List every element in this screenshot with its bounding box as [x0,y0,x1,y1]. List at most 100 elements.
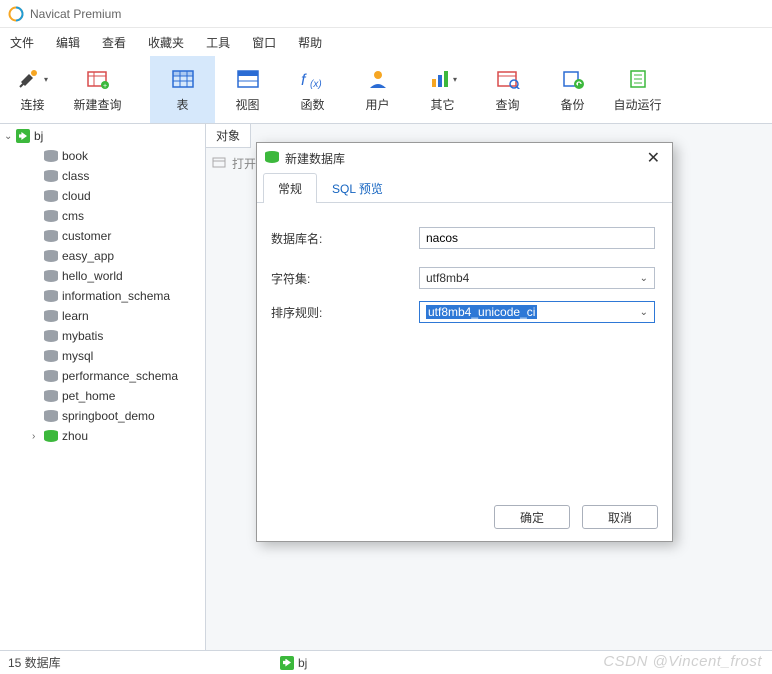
status-left: 15 数据库 [8,654,61,671]
menu-help[interactable]: 帮助 [298,34,322,51]
tool-query[interactable]: 查询 [475,56,540,123]
database-icon [44,370,58,382]
tab-general[interactable]: 常规 [263,173,317,203]
database-icon [44,190,58,202]
tree-db-zhou[interactable]: › zhou [0,426,205,446]
tree-db-mysql[interactable]: mysql [0,346,205,366]
backup-icon [561,66,585,92]
tree-label: mysql [62,349,93,363]
table-icon [171,66,195,92]
status-bar: 15 数据库 bj [0,650,772,674]
database-icon [44,150,58,162]
tree-db-easy_app[interactable]: easy_app [0,246,205,266]
database-icon [44,270,58,282]
menu-view[interactable]: 查看 [102,34,126,51]
svg-text:f: f [301,72,307,89]
expand-icon[interactable]: ⌄ [4,131,16,142]
database-icon [44,290,58,302]
other-icon: ▾ [428,66,457,92]
tree-db-cms[interactable]: cms [0,206,205,226]
tree-label: learn [62,309,89,323]
database-icon [44,330,58,342]
tree-db-hello_world[interactable]: hello_world [0,266,205,286]
svg-text:(x): (x) [310,79,322,90]
tree-label: pet_home [62,389,115,403]
chevron-down-icon: ⌄ [640,307,648,318]
connection-icon [280,656,294,670]
tree-db-cloud[interactable]: cloud [0,186,205,206]
content-tab-objects[interactable]: 对象 [206,124,251,148]
autorun-icon [627,66,649,92]
tool-user[interactable]: 用户 [345,56,410,123]
new-query-icon: + [86,66,110,92]
database-icon [44,230,58,242]
cancel-button[interactable]: 取消 [582,505,658,529]
tree-label: class [62,169,89,183]
toolbar: ▾ 连接 + 新建查询 表 视图 f(x) 函数 用户 ▾ 其它 查询 备份 自… [0,56,772,124]
tree-connection-bj[interactable]: ⌄ bj [0,126,205,146]
database-icon [44,350,58,362]
tool-other[interactable]: ▾ 其它 [410,56,475,123]
dialog-title-bar[interactable]: 新建数据库 ✕ [257,143,672,173]
collation-label: 排序规则: [271,304,419,321]
tree-db-performance_schema[interactable]: performance_schema [0,366,205,386]
dialog-title: 新建数据库 [285,150,643,167]
status-mid: bj [280,656,307,670]
query-icon [496,66,520,92]
menu-edit[interactable]: 编辑 [56,34,80,51]
tree-db-book[interactable]: book [0,146,205,166]
dialog-tabs: 常规 SQL 预览 [257,173,672,203]
tool-autorun[interactable]: 自动运行 [605,56,670,123]
tree-db-class[interactable]: class [0,166,205,186]
menu-fav[interactable]: 收藏夹 [148,34,184,51]
close-icon[interactable]: ✕ [643,148,664,168]
database-icon [44,430,58,442]
menu-tools[interactable]: 工具 [206,34,230,51]
database-icon [44,210,58,222]
app-logo-icon [8,6,24,22]
tree-db-information_schema[interactable]: information_schema [0,286,205,306]
app-title: Navicat Premium [30,7,121,21]
new-database-dialog: 新建数据库 ✕ 常规 SQL 预览 数据库名: 字符集: utf8mb4 ⌄ 排… [256,142,673,542]
tree-label: customer [62,229,111,243]
tree-label: book [62,149,88,163]
tree-db-mybatis[interactable]: mybatis [0,326,205,346]
tool-function[interactable]: f(x) 函数 [280,56,345,123]
tree-db-springboot_demo[interactable]: springboot_demo [0,406,205,426]
open-label[interactable]: 打开 [232,155,256,172]
database-icon [44,170,58,182]
connection-icon [16,129,30,143]
database-icon [44,310,58,322]
tree-label: mybatis [62,329,103,343]
db-name-input[interactable] [419,227,655,249]
charset-select[interactable]: utf8mb4 ⌄ [419,267,655,289]
collation-select[interactable]: utf8mb4_unicode_ci ⌄ [419,301,655,323]
tree-db-customer[interactable]: customer [0,226,205,246]
menu-bar: 文件 编辑 查看 收藏夹 工具 窗口 帮助 [0,28,772,56]
menu-window[interactable]: 窗口 [252,34,276,51]
tree-label: cms [62,209,84,223]
sidebar[interactable]: ⌄ bj book class cloud cms customer easy_apphe… [0,124,206,650]
tree-label: cloud [62,189,91,203]
database-icon [44,250,58,262]
db-name-label: 数据库名: [271,230,419,247]
expand-icon[interactable]: › [32,431,44,442]
tool-connect[interactable]: ▾ 连接 [0,56,65,123]
tree-label: zhou [62,429,88,443]
ok-button[interactable]: 确定 [494,505,570,529]
tool-new-query[interactable]: + 新建查询 [65,56,130,123]
plug-icon: ▾ [17,66,48,92]
tree-label: easy_app [62,249,114,263]
tree-db-learn[interactable]: learn [0,306,205,326]
tool-view[interactable]: 视图 [215,56,280,123]
database-icon [265,151,279,166]
tree-label: information_schema [62,289,170,303]
tool-table[interactable]: 表 [150,56,215,123]
tool-backup[interactable]: 备份 [540,56,605,123]
tree-db-pet_home[interactable]: pet_home [0,386,205,406]
function-icon: f(x) [298,66,328,92]
tree-label: performance_schema [62,369,178,383]
tab-sql-preview[interactable]: SQL 预览 [317,173,398,203]
title-bar: Navicat Premium [0,0,772,28]
menu-file[interactable]: 文件 [10,34,34,51]
